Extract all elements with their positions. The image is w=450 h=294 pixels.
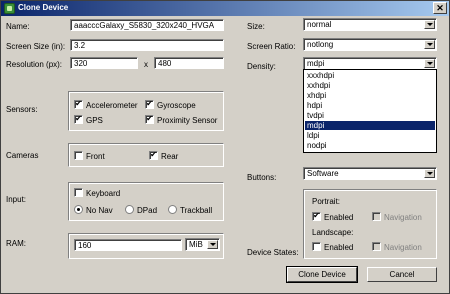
portrait-enabled-label: Enabled [324,213,354,222]
proximity-label: Proximity Sensor [157,116,218,125]
input-label: Input: [6,195,27,204]
screen-ratio-select[interactable]: notlong [303,38,437,51]
rear-camera-label: Rear [161,152,179,161]
dialog-title: Clone Device [18,3,69,12]
ram-field[interactable]: 160 [74,239,182,251]
density-option[interactable]: xxhdpi [305,81,435,90]
sensors-group [68,91,224,131]
title-bar: Clone Device ✕ [1,1,449,16]
resolution-height-field[interactable]: 480 [154,57,224,69]
chevron-down-icon [424,169,435,178]
density-option[interactable]: tvdpi [305,111,435,120]
resolution-separator: x [144,60,148,69]
screen-size-field[interactable]: 3.2 [70,39,224,51]
android-device-icon [4,3,15,14]
landscape-enabled-checkbox[interactable] [312,242,321,251]
device-states-label: Device States: [247,248,299,257]
portrait-navigation-checkbox[interactable] [372,212,381,221]
front-camera-label: Front [86,152,105,161]
cancel-button[interactable]: Cancel [367,267,437,282]
accelerometer-checkbox[interactable]: ✔ [74,100,83,109]
gps-checkbox[interactable]: ✔ [74,115,83,124]
density-dropdown-list: xxxhdpi xxhdpi xhdpi hdpi tvdpi mdpi ldp… [303,69,437,153]
keyboard-checkbox[interactable] [74,188,83,197]
portrait-label: Portrait: [312,197,341,206]
input-group [68,182,224,221]
clone-device-button[interactable]: Clone Device [286,266,358,283]
chevron-down-icon [424,59,435,68]
accelerometer-label: Accelerometer [86,101,138,110]
portrait-navigation-label: Navigation [384,213,422,222]
clone-device-dialog: Clone Device ✕ Name: aaacccGalaxy_S5830_… [0,0,450,294]
buttons-value: Software [307,169,339,178]
close-button[interactable]: ✕ [433,2,447,14]
chevron-down-icon [424,20,435,29]
landscape-label: Landscape: [312,228,354,237]
chevron-down-icon [207,240,218,249]
buttons-label: Buttons: [247,173,277,182]
density-option[interactable]: xhdpi [305,91,435,100]
chevron-down-icon [424,40,435,49]
gyroscope-label: Gyroscope [157,101,196,110]
size-value: normal [307,20,332,29]
gyroscope-checkbox[interactable]: ✔ [145,100,154,109]
keyboard-label: Keyboard [86,189,121,198]
cameras-label: Cameras [6,151,39,160]
landscape-enabled-label: Enabled [324,243,354,252]
size-select[interactable]: normal [303,18,437,31]
trackball-radio[interactable] [168,205,177,214]
sensors-label: Sensors: [6,105,38,114]
name-label: Name: [6,22,30,31]
landscape-navigation-checkbox[interactable] [372,242,381,251]
density-value: mdpi [307,59,325,68]
no-nav-radio[interactable] [74,205,83,214]
rear-camera-checkbox[interactable]: ✔ [149,151,158,160]
ram-unit-select[interactable]: MiB [185,238,220,251]
ram-label: RAM: [6,239,26,248]
density-option[interactable]: hdpi [305,101,435,110]
density-option[interactable]: xxxhdpi [305,71,435,80]
screen-ratio-label: Screen Ratio: [247,42,296,51]
portrait-enabled-checkbox[interactable]: ✔ [312,212,321,221]
screen-size-label: Screen Size (in): [6,42,66,51]
density-option[interactable]: ldpi [305,131,435,140]
landscape-navigation-label: Navigation [384,243,422,252]
front-camera-checkbox[interactable] [74,151,83,160]
ram-unit-value: MiB [189,240,203,249]
dpad-label: DPad [137,206,158,215]
dpad-radio[interactable] [125,205,134,214]
resolution-label: Resolution (px): [6,60,63,69]
size-label: Size: [247,22,265,31]
no-nav-label: No Nav [86,206,113,215]
gps-label: GPS [86,116,103,125]
resolution-width-field[interactable]: 320 [70,57,138,69]
buttons-select[interactable]: Software [303,167,437,180]
trackball-label: Trackball [180,206,213,215]
density-option-selected[interactable]: mdpi [305,121,435,130]
density-option[interactable]: nodpi [305,141,435,150]
proximity-checkbox[interactable]: ✔ [145,115,154,124]
density-label: Density: [247,62,276,71]
screen-ratio-value: notlong [307,40,334,49]
name-field[interactable]: aaacccGalaxy_S5830_320x240_HVGA [70,19,224,31]
